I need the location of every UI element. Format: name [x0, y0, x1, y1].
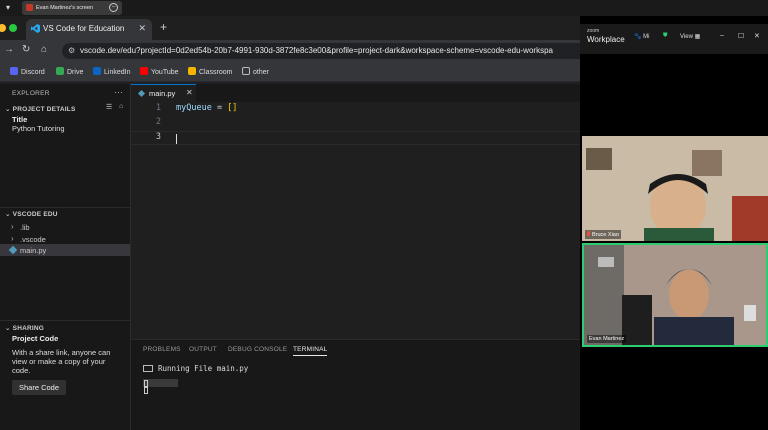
- muted-mic-icon: [587, 231, 590, 236]
- close-icon[interactable]: –: [109, 3, 118, 12]
- terminal-cursor: [144, 387, 148, 394]
- forward-icon[interactable]: →: [4, 44, 14, 55]
- tree-item-lib[interactable]: › .lib: [0, 221, 130, 233]
- browser-tab-vscode[interactable]: VS Code for Education ✕: [26, 19, 152, 40]
- terminal-output[interactable]: Running File main.py: [143, 364, 248, 373]
- tab-terminal[interactable]: TERMINAL: [293, 346, 328, 356]
- chevron-down-icon[interactable]: ▾: [6, 3, 10, 12]
- new-tab-button[interactable]: +: [160, 20, 167, 34]
- zoom-brand-small: zoom: [587, 28, 600, 34]
- video-tile[interactable]: Bruce Xiao: [582, 136, 768, 241]
- shield-icon[interactable]: ⛊: [663, 33, 668, 40]
- url-text: vscode.dev/edu?projectId=0d2ed54b-20b7-4…: [80, 46, 553, 55]
- sharing-subheading: Project Code: [12, 334, 59, 343]
- terminal-icon: [143, 365, 153, 372]
- discord-icon: [10, 67, 18, 75]
- reload-icon[interactable]: ↻: [22, 44, 30, 55]
- screen-share-bar: ▾ Evan Martinez's screen –: [0, 0, 768, 16]
- site-info-icon[interactable]: ⚙: [68, 46, 75, 55]
- chevron-right-icon: ›: [11, 222, 14, 231]
- mute-control[interactable]: 🐾 Mi: [634, 33, 650, 40]
- minimize-icon[interactable]: –: [720, 32, 724, 39]
- youtube-icon: [140, 67, 148, 75]
- browser-chrome: VS Code for Education ✕ + → ↻ ⌂ ⚙ vscode…: [0, 16, 592, 84]
- browser-tab-title: VS Code for Education: [43, 24, 125, 33]
- explorer-header: EXPLORER: [12, 90, 50, 97]
- python-file-icon: [8, 245, 18, 255]
- chevron-right-icon: ›: [11, 234, 14, 243]
- drive-icon: [56, 67, 64, 75]
- close-icon[interactable]: ✕: [138, 23, 146, 34]
- line-number: 1: [155, 103, 161, 113]
- minimize-dot[interactable]: [0, 24, 6, 32]
- line-number: 2: [155, 117, 161, 127]
- maximize-dot[interactable]: [9, 24, 17, 32]
- code-line[interactable]: 1 myQueue = []: [131, 103, 580, 117]
- bookmark-discord[interactable]: Discord: [10, 67, 45, 76]
- explorer-sidebar: EXPLORER ··· ⌄ PROJECT DETAILS ☰ ⌂ Title…: [0, 84, 131, 430]
- list-icon[interactable]: ☰: [106, 103, 112, 111]
- tab-problems[interactable]: PROBLEMS: [143, 346, 181, 353]
- divider: [0, 320, 131, 321]
- code-editor[interactable]: main.py ✕ 1 myQueue = [] 2 3: [131, 84, 580, 339]
- close-icon[interactable]: ✕: [754, 32, 760, 40]
- tree-item-main-py[interactable]: main.py: [0, 244, 130, 256]
- tab-debug-console[interactable]: DEBUG CONSOLE: [228, 346, 287, 353]
- address-bar[interactable]: ⚙ vscode.dev/edu?projectId=0d2ed54b-20b7…: [62, 43, 592, 59]
- bottom-panel: PROBLEMS OUTPUT DEBUG CONSOLE TERMINAL R…: [131, 339, 580, 430]
- sharing-description-line: view or make a copy of your: [12, 357, 106, 366]
- close-icon[interactable]: ✕: [186, 88, 193, 97]
- view-button[interactable]: View ▦: [680, 33, 700, 40]
- bookmark-youtube[interactable]: YouTube: [140, 67, 179, 76]
- code-line[interactable]: 2: [131, 117, 580, 131]
- linkedin-icon: [93, 67, 101, 75]
- code-text: myQueue = []: [176, 103, 238, 113]
- participant-video: [582, 136, 768, 241]
- share-tab[interactable]: Evan Martinez's screen –: [22, 1, 122, 15]
- editor-tabs: main.py ✕: [131, 84, 580, 102]
- bookmark-other[interactable]: other: [242, 67, 269, 76]
- home-icon[interactable]: ⌂: [41, 44, 47, 55]
- bookmark-drive[interactable]: Drive: [56, 67, 83, 76]
- python-file-icon: [137, 89, 146, 98]
- home-icon[interactable]: ⌂: [119, 103, 123, 110]
- bookmarks-bar: Discord Drive LinkedIn YouTube Classroom…: [0, 62, 580, 82]
- video-tile-active-speaker[interactable]: Evan Martinez: [582, 243, 768, 347]
- folder-icon: [242, 67, 250, 75]
- code-line-current[interactable]: 3: [131, 131, 580, 145]
- zoom-header: zoom Workplace 🐾 Mi ⛊ View ▦ – ☐ ✕: [580, 24, 768, 54]
- share-code-button[interactable]: Share Code: [12, 380, 66, 395]
- terminal-selection: [143, 379, 178, 387]
- maximize-icon[interactable]: ☐: [738, 32, 744, 40]
- address-row: → ↻ ⌂ ⚙ vscode.dev/edu?projectId=0d2ed54…: [0, 40, 592, 62]
- text-cursor: [176, 134, 177, 144]
- project-details-heading[interactable]: ⌄ PROJECT DETAILS: [5, 105, 76, 113]
- participant-name: Evan Martinez: [587, 335, 627, 343]
- zoom-brand: Workplace: [587, 35, 625, 44]
- sharing-description-line: code.: [12, 366, 31, 375]
- zoom-window: zoom Workplace 🐾 Mi ⛊ View ▦ – ☐ ✕ Bruce…: [580, 16, 768, 430]
- tab-output[interactable]: OUTPUT: [189, 346, 217, 353]
- project-title-value: Python Tutoring: [12, 124, 65, 133]
- participant-name: Bruce Xiao: [585, 230, 621, 239]
- screen-share-icon: [26, 4, 33, 11]
- more-actions-icon[interactable]: ···: [114, 87, 123, 97]
- sharing-description-line: With a share link, anyone can: [12, 348, 111, 357]
- paw-icon: 🐾: [634, 34, 642, 40]
- terminal-cursor: [144, 380, 148, 387]
- workspace-heading[interactable]: ⌄ VSCODE EDU: [5, 210, 58, 218]
- grid-icon: ▦: [694, 34, 701, 40]
- share-tab-title: Evan Martinez's screen: [36, 5, 93, 11]
- tab-strip: VS Code for Education ✕ +: [0, 16, 580, 40]
- bookmark-linkedin[interactable]: LinkedIn: [93, 67, 130, 76]
- bookmark-classroom[interactable]: Classroom: [188, 67, 232, 76]
- project-title-label: Title: [12, 115, 28, 124]
- vscode-logo-icon: [31, 24, 40, 33]
- line-number: 3: [155, 132, 161, 142]
- classroom-icon: [188, 67, 196, 75]
- divider: [0, 207, 131, 208]
- sharing-heading[interactable]: ⌄ SHARING: [5, 324, 44, 332]
- editor-tab-main-py[interactable]: main.py ✕: [131, 84, 196, 102]
- participant-video: [584, 245, 766, 345]
